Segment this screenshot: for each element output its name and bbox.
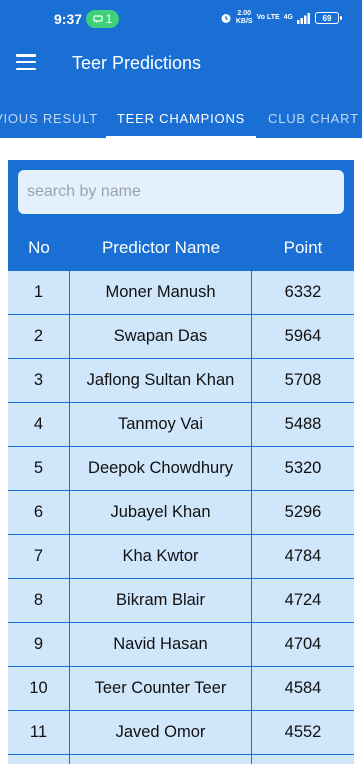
cell-point: 5964 xyxy=(284,327,322,345)
cell-name: Deepok Chowdhury xyxy=(70,447,252,490)
cell-no: 10 xyxy=(8,667,70,710)
table-row[interactable]: 10 Teer Counter Teer 4584 xyxy=(8,666,354,710)
table-row[interactable]: 1 Moner Manush 6332 xyxy=(8,270,354,314)
cell-name: Teer Counter Teer xyxy=(70,667,252,710)
cell-no: 11 xyxy=(8,711,70,754)
app-bar: 9:37 1 2.00 KB/S Vo LTE 4G 69 Teer Predi… xyxy=(0,0,362,139)
cell-no xyxy=(8,755,70,764)
table-row[interactable] xyxy=(8,754,354,764)
cell-no: 8 xyxy=(8,579,70,622)
cell-point: 6332 xyxy=(284,283,322,301)
cell-name: Tanmoy Vai xyxy=(70,403,252,446)
cell-name: Kha Kwtor xyxy=(70,535,252,578)
cell-point: 4584 xyxy=(284,679,322,697)
cell-no: 9 xyxy=(8,623,70,666)
search-input[interactable] xyxy=(18,170,344,214)
cell-no: 3 xyxy=(8,359,70,402)
table-row[interactable]: 4 Tanmoy Vai 5488 xyxy=(8,402,354,446)
cell-name: Jaflong Sultan Khan xyxy=(70,359,252,402)
toolbar: Teer Predictions xyxy=(0,40,362,88)
cell-name: Javed Omor xyxy=(70,711,252,754)
cell-point: 4552 xyxy=(284,723,322,741)
tab-bar: PREVIOUS RESULT TEER CHAMPIONS CLUB CHAR… xyxy=(0,98,362,138)
speed-unit: KB/S xyxy=(235,18,253,25)
cell-name xyxy=(70,755,252,764)
active-tab-indicator xyxy=(106,136,256,139)
chat-icon xyxy=(93,15,103,23)
table-row[interactable]: 3 Jaflong Sultan Khan 5708 xyxy=(8,358,354,402)
cell-no: 2 xyxy=(8,315,70,358)
hamburger-menu-icon[interactable] xyxy=(16,54,36,70)
status-time: 9:37 xyxy=(54,11,83,27)
cell-name: Swapan Das xyxy=(70,315,252,358)
cell-name: Navid Hasan xyxy=(70,623,252,666)
table-row[interactable]: 7 Kha Kwtor 4784 xyxy=(8,534,354,578)
cell-point: 4704 xyxy=(284,635,322,653)
status-bar: 9:37 1 2.00 KB/S Vo LTE 4G 69 xyxy=(0,0,362,40)
cell-no: 5 xyxy=(8,447,70,490)
table-row[interactable]: 9 Navid Hasan 4704 xyxy=(8,622,354,666)
table-row[interactable]: 2 Swapan Das 5964 xyxy=(8,314,354,358)
speed-value: 2.00 xyxy=(237,10,252,17)
cell-point: 5708 xyxy=(284,371,322,389)
table-body: 1 Moner Manush 6332 2 Swapan Das 5964 3 Jaflo… xyxy=(8,270,354,764)
cell-point: 5320 xyxy=(284,459,322,477)
cell-no: 7 xyxy=(8,535,70,578)
cell-point: 4724 xyxy=(284,591,322,609)
battery-level: 69 xyxy=(322,13,332,23)
battery-icon: 69 xyxy=(315,12,342,24)
cell-no: 1 xyxy=(8,271,70,314)
pill-count: 1 xyxy=(105,12,113,26)
status-icons: 2.00 KB/S Vo LTE 4G 69 xyxy=(220,10,342,26)
call-indicator-pill[interactable]: 1 xyxy=(86,10,119,28)
tab-previous-result[interactable]: PREVIOUS RESULT xyxy=(0,98,98,138)
cell-name: Jubayel Khan xyxy=(70,491,252,534)
tab-club-chart[interactable]: CLUB CHART xyxy=(268,98,362,138)
network-speed: 2.00 KB/S xyxy=(236,10,253,26)
alarm-icon xyxy=(221,14,231,23)
cell-no: 4 xyxy=(8,403,70,446)
cell-point: 5296 xyxy=(284,503,322,521)
table-row[interactable]: 8 Bikram Blair 4724 xyxy=(8,578,354,622)
signal-icon xyxy=(297,12,310,24)
cell-point: 5488 xyxy=(284,415,322,433)
header-no: No xyxy=(28,238,50,257)
header-point: Point xyxy=(283,238,323,257)
table-header: No Predictor Name Point xyxy=(8,226,354,270)
cell-point: 4784 xyxy=(284,547,322,565)
cell-name: Bikram Blair xyxy=(70,579,252,622)
cell-name: Moner Manush xyxy=(70,271,252,314)
header-predictor-name: Predictor Name xyxy=(101,238,221,257)
volte-indicator: Vo LTE xyxy=(256,14,280,21)
table-row[interactable]: 11 Javed Omor 4552 xyxy=(8,710,354,754)
tab-teer-champions[interactable]: TEER CHAMPIONS xyxy=(106,98,256,138)
table-row[interactable]: 6 Jubayel Khan 5296 xyxy=(8,490,354,534)
cell-point xyxy=(252,755,354,764)
table-row[interactable]: 5 Deepok Chowdhury 5320 xyxy=(8,446,354,490)
signal-label: 4G xyxy=(283,14,293,21)
champions-card: No Predictor Name Point 1Moner Manush633… xyxy=(8,160,354,764)
page-title: Teer Predictions xyxy=(72,53,202,73)
cell-no: 6 xyxy=(8,491,70,534)
